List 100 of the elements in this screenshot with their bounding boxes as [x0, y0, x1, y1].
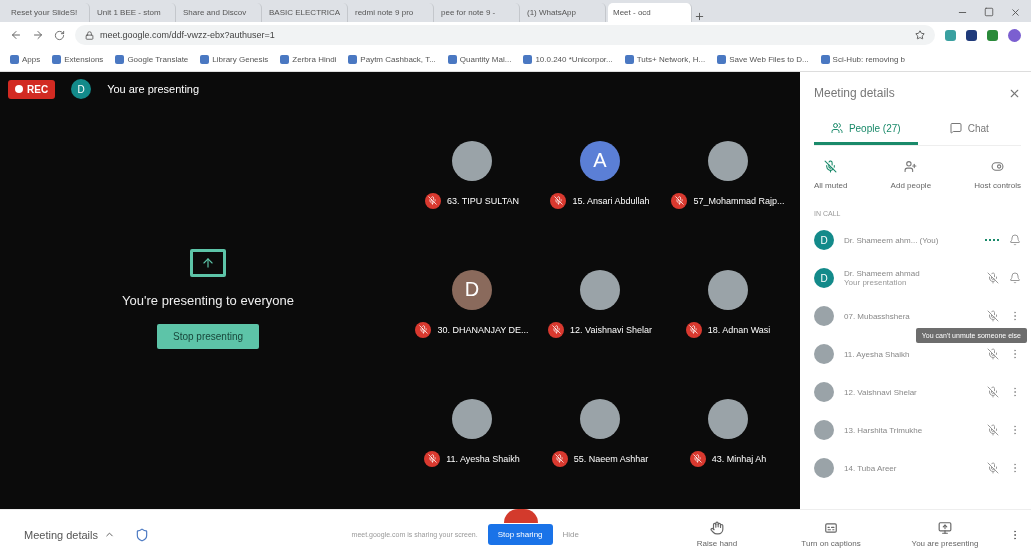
bookmark[interactable]: Quantity Mal...	[447, 55, 512, 64]
browser-tab[interactable]: redmi note 9 pro	[350, 3, 434, 22]
person-name: 12. Vaishnavi Shelar	[844, 387, 918, 397]
toolbar-button[interactable]: Turn on captions	[781, 520, 881, 549]
bookmark[interactable]: Paytm Cashback, T...	[348, 55, 436, 64]
mic-off-icon[interactable]	[987, 386, 999, 398]
extension-icon[interactable]	[966, 29, 977, 41]
shield-icon	[135, 527, 149, 542]
panel-title: Meeting details	[814, 86, 895, 100]
browser-tab[interactable]: (1) WhatsApp	[522, 3, 606, 22]
photo-placeholder	[708, 269, 748, 310]
profile-avatar[interactable]	[1008, 28, 1021, 42]
participant-name: 63. TIPU SULTAN	[447, 195, 519, 206]
mic-off-icon[interactable]	[987, 462, 999, 474]
present-screen-icon	[190, 248, 226, 277]
person-name: 13. Harshita Trimukhe	[844, 425, 924, 435]
browser-tab[interactable]: Reset your SlideS!	[6, 3, 90, 22]
browser-tab[interactable]: Meet - ocd	[608, 3, 692, 22]
hand-icon	[710, 521, 724, 535]
panel-action-button[interactable]: Host controls	[974, 160, 1021, 190]
bell-icon[interactable]	[1009, 234, 1021, 246]
photo-placeholder	[814, 382, 834, 402]
photo-placeholder	[708, 140, 748, 181]
recording-badge: REC	[8, 79, 56, 99]
participant-name: 18. Adnan Wasi	[707, 324, 771, 335]
new-tab-icon[interactable]	[694, 11, 705, 22]
participant-avatar: A	[580, 140, 620, 181]
browser-tab[interactable]: Unit 1 BEE - stom	[92, 3, 176, 22]
photo-placeholder	[580, 398, 620, 439]
address-bar[interactable]: meet.google.com/ddf-vwzz-ebx?authuser=1	[75, 25, 935, 45]
browser-tab[interactable]: BASIC ELECTRICA	[264, 3, 348, 22]
captions-icon	[824, 521, 838, 535]
mic-off-icon[interactable]	[987, 424, 999, 436]
reload-icon[interactable]	[54, 29, 65, 41]
maximize-icon[interactable]	[984, 7, 994, 17]
lock-icon	[85, 30, 94, 40]
participant-name: 55. Naeem Ashhar	[573, 453, 649, 464]
photo-placeholder	[452, 140, 492, 181]
url-text: meet.google.com/ddf-vwzz-ebx?authuser=1	[100, 30, 275, 40]
stop-presenting-button[interactable]: Stop presenting	[156, 323, 260, 349]
people-icon	[830, 122, 843, 134]
person-name: Dr. Shameem ahmad	[844, 269, 921, 278]
bookmark[interactable]: Zerbra Hindi	[280, 55, 337, 64]
speaking-indicator	[985, 238, 999, 242]
photo-placeholder	[452, 398, 492, 439]
muted-mic-icon	[551, 450, 568, 467]
mic-off-icon[interactable]	[987, 348, 999, 360]
panel-action-button[interactable]: Add people	[890, 160, 932, 190]
bookmark[interactable]: Tuts+ Network, H...	[624, 55, 706, 64]
participant-avatar: D	[452, 269, 492, 310]
panel-action-button[interactable]: All muted	[814, 160, 848, 190]
mic-off-icon	[824, 160, 838, 173]
photo-placeholder	[814, 306, 834, 326]
bell-icon[interactable]	[1009, 272, 1021, 284]
toolbar-button[interactable]: You are presenting	[895, 520, 995, 549]
person-name: 11. Ayesha Shaikh	[844, 349, 911, 359]
presenting-message: You're presenting to everyone	[122, 292, 294, 308]
person-avatar: D	[814, 268, 834, 288]
photo-placeholder	[814, 344, 834, 364]
presenter-avatar: D	[71, 79, 92, 99]
muted-mic-icon	[415, 321, 432, 338]
bookmark[interactable]: Library Genesis	[200, 55, 269, 64]
muted-mic-icon	[548, 321, 565, 338]
panel-tab[interactable]: People (27)	[814, 114, 918, 145]
mic-off-icon[interactable]	[987, 272, 999, 284]
panel-tab[interactable]: Chat	[917, 114, 1021, 145]
bookmark[interactable]: Sci-Hub: removing b	[820, 55, 906, 64]
muted-mic-icon	[550, 192, 567, 209]
person-subtitle: Your presentation	[844, 278, 908, 287]
chat-icon	[949, 122, 962, 134]
participant-name: 43. Minhaj Ah	[711, 453, 767, 464]
bookmark[interactable]: Google Translate	[115, 55, 189, 64]
close-icon[interactable]	[1010, 7, 1021, 18]
browser-tab[interactable]: Share and Discov	[178, 3, 262, 22]
photo-placeholder	[708, 398, 748, 439]
presenter-label: You are presenting	[107, 83, 200, 95]
photo-placeholder	[814, 458, 834, 478]
muted-mic-icon	[689, 450, 706, 467]
toolbar-button[interactable]: Raise hand	[667, 520, 767, 549]
participant-name: 11. Ayesha Shaikh	[446, 453, 520, 464]
bookmark[interactable]: Extensions	[52, 55, 104, 64]
person-name: 14. Tuba Areer	[844, 463, 898, 473]
add-person-icon	[904, 160, 918, 173]
person-avatar: D	[814, 230, 834, 250]
forward-icon[interactable]	[32, 29, 44, 41]
stop-sharing-button[interactable]: Stop sharing	[487, 524, 553, 545]
browser-tab[interactable]: pee for note 9 -	[436, 3, 520, 22]
participant-name: 30. DHANANJAY DE...	[437, 324, 529, 335]
meeting-details-button[interactable]: Meeting details	[18, 527, 121, 542]
muted-mic-icon	[425, 192, 441, 209]
toggle-icon	[991, 160, 1005, 173]
photo-placeholder	[580, 269, 620, 310]
participant-name: 57_Mohammad Rajp...	[693, 195, 785, 206]
bookmark[interactable]: Apps	[10, 55, 41, 64]
bookmark-star-icon[interactable]	[915, 30, 925, 40]
hang-up-button[interactable]	[503, 509, 538, 523]
bookmark[interactable]: 10.0.240 *Unicorpor...	[523, 55, 613, 64]
back-icon[interactable]	[10, 29, 22, 41]
mic-off-icon[interactable]	[987, 310, 999, 322]
bookmark[interactable]: Save Web Files to D...	[717, 55, 809, 64]
